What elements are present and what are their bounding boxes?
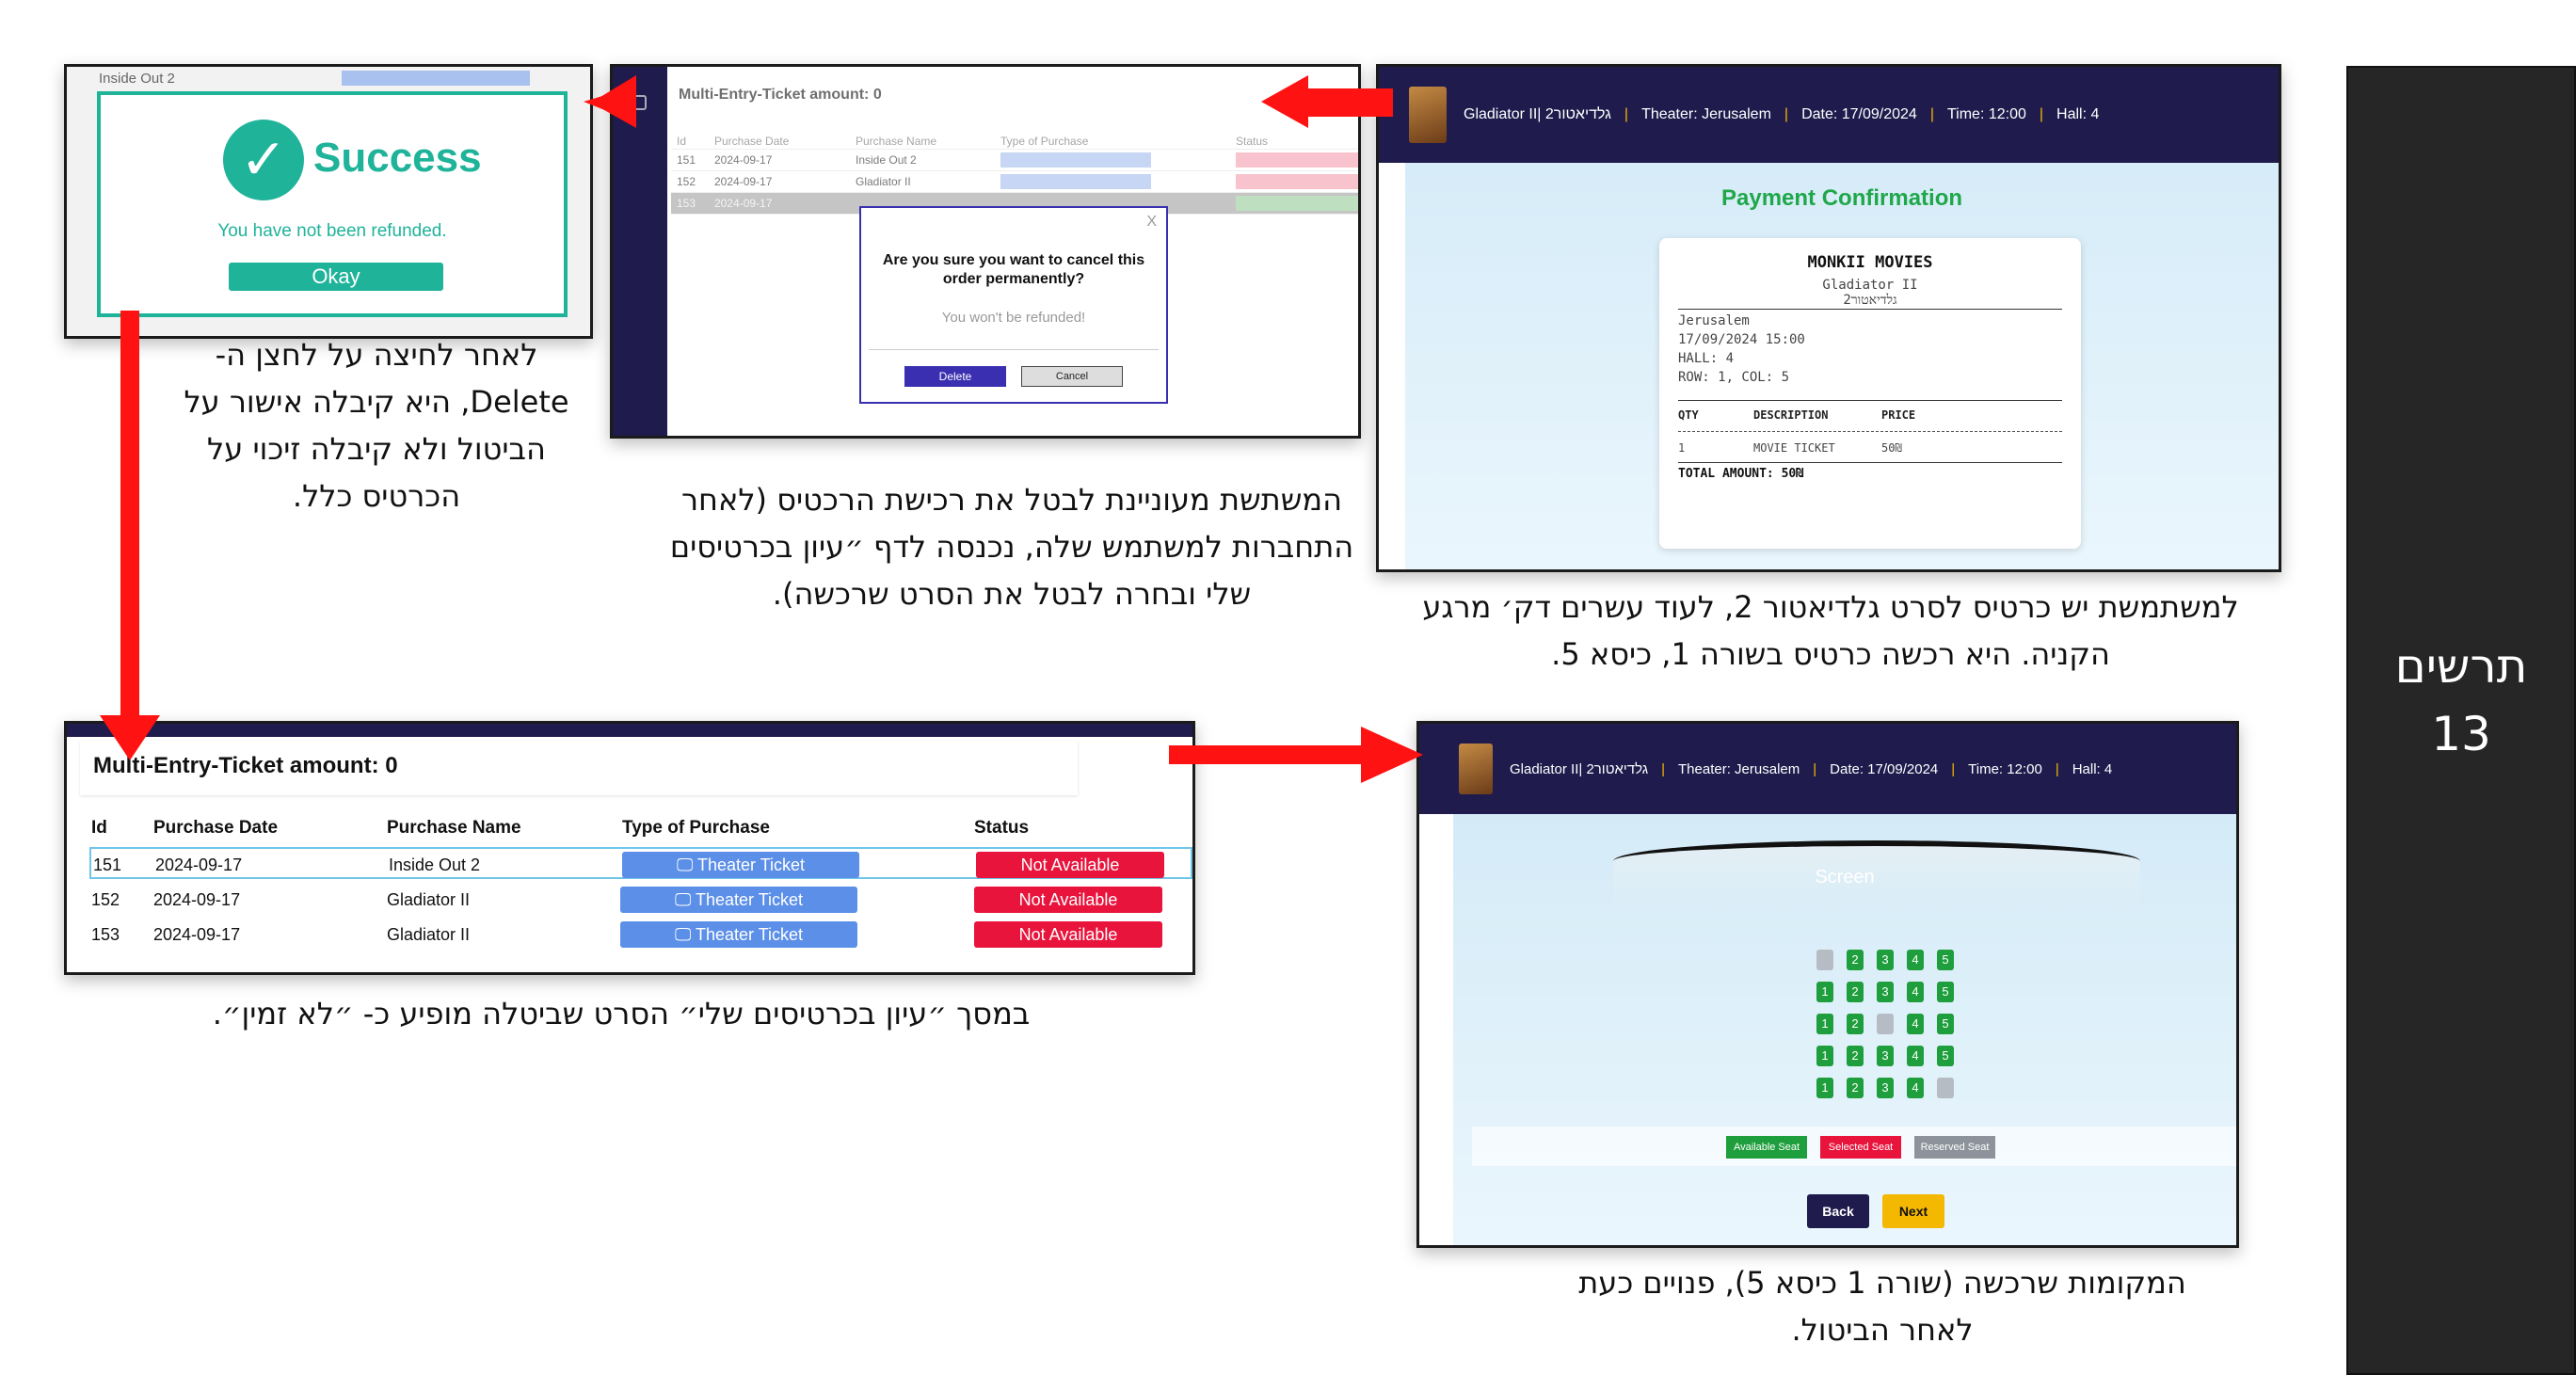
arrow-down-icon [120, 311, 139, 725]
flow-arrows [100, 75, 1423, 783]
arrow-right-icon [1169, 745, 1367, 764]
arrow-left-icon [621, 94, 634, 111]
arrow-down-icon [100, 715, 160, 760]
arrow-right-icon [1361, 727, 1423, 783]
arrow-left-icon [1261, 75, 1393, 128]
